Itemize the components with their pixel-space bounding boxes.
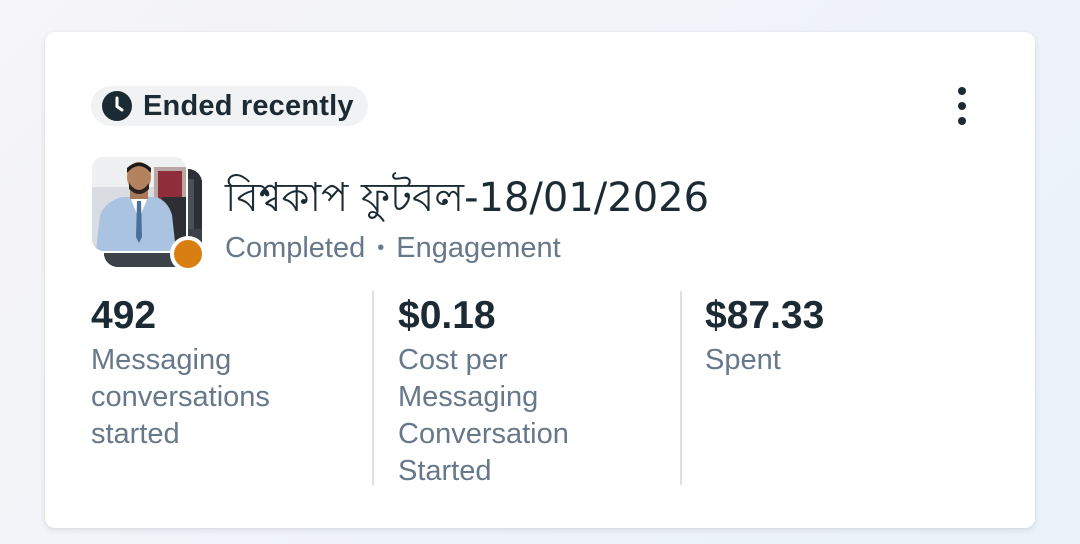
campaign-objective: Engagement <box>396 232 561 264</box>
metric-value: $87.33 <box>705 294 825 337</box>
clock-icon <box>101 90 133 122</box>
metric-label: Spent <box>705 344 781 376</box>
metric-divider <box>680 291 682 485</box>
avatar-photo <box>90 155 188 253</box>
campaign-card[interactable]: Ended recently বিশ্বকাপ ফুটবল-18/01/2026… <box>45 32 1035 528</box>
status-dot <box>170 236 206 272</box>
more-options-button[interactable] <box>942 84 982 128</box>
campaign-subline: Completed • Engagement <box>225 232 561 265</box>
metric-conversations: 492 Messaging conversations started <box>91 290 331 453</box>
metric-label: Cost per Messaging Conversation Started <box>398 344 569 487</box>
status-pill: Ended recently <box>91 86 368 126</box>
separator-dot: • <box>377 237 385 259</box>
metric-spent: $87.33 Spent <box>705 290 945 379</box>
more-vertical-icon <box>958 87 966 95</box>
metric-cost-per-conversation: $0.18 Cost per Messaging Conversation St… <box>398 290 638 490</box>
metric-value: 492 <box>91 294 157 337</box>
campaign-title[interactable]: বিশ্বকাপ ফুটবল-18/01/2026 <box>225 166 709 233</box>
campaign-status: Completed <box>225 232 366 264</box>
metric-label: Messaging conversations started <box>91 344 270 450</box>
metric-value: $0.18 <box>398 294 496 337</box>
status-label: Ended recently <box>143 89 354 122</box>
campaign-avatar <box>90 155 206 272</box>
metric-divider <box>372 291 374 485</box>
